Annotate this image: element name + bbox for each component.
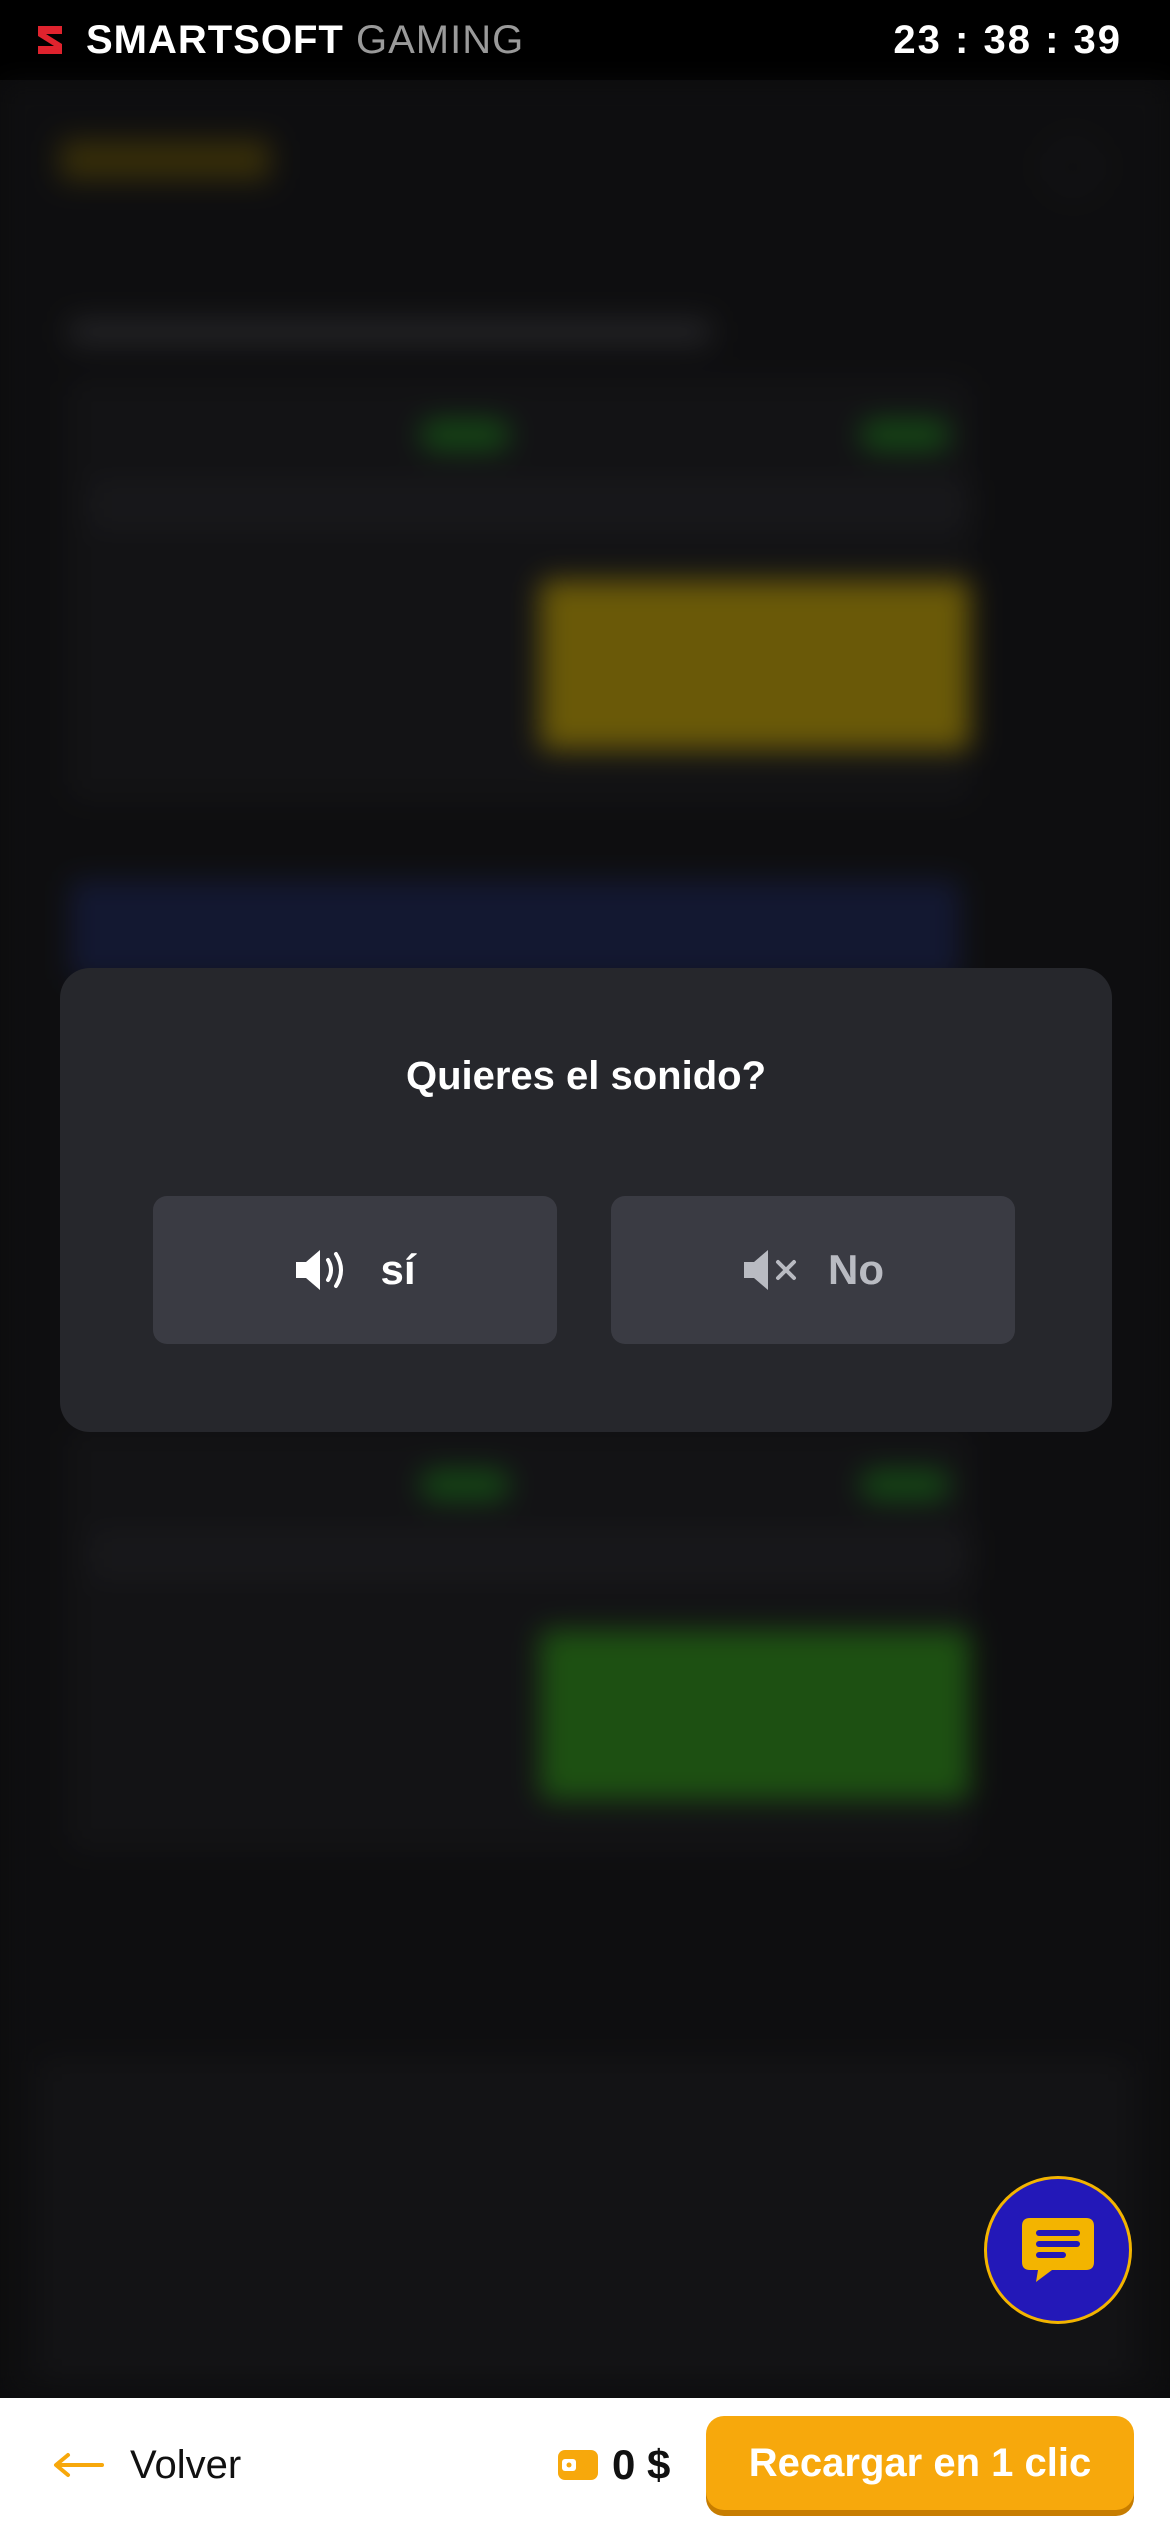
bg-close [1046, 140, 1100, 194]
speaker-on-icon [296, 1250, 344, 1290]
sound-yes-label: sí [380, 1246, 416, 1293]
bg-bet-panel-2 [70, 1430, 970, 1850]
bg-text-line [70, 320, 710, 344]
clock: 23 : 38 : 39 [893, 17, 1122, 62]
arrow-left-icon [54, 2453, 104, 2477]
bg-bet-button [540, 580, 970, 750]
balance-amount: 0 $ [612, 2441, 671, 2488]
brand-name-bold: SMARTSOFT [86, 17, 344, 62]
back-label: Volver [130, 2442, 242, 2487]
bg-footer-panel [40, 2060, 1130, 2380]
bg-toggle [420, 420, 510, 450]
bottom-bar: Volver 0 $ Recargar en 1 clic [0, 2398, 1170, 2532]
bg-bet-panel-1 [70, 380, 970, 800]
top-bar: SMARTSOFT GAMING 23 : 38 : 39 [0, 0, 1170, 80]
wallet-icon [558, 2450, 598, 2480]
bg-toggle [420, 1470, 510, 1500]
brand: SMARTSOFT GAMING [28, 18, 524, 63]
bg-row [90, 1530, 970, 1580]
bg-cashout-button [540, 1630, 970, 1800]
speaker-muted-icon [744, 1250, 796, 1290]
recharge-button[interactable]: Recargar en 1 clic [706, 2416, 1134, 2510]
brand-name: SMARTSOFT GAMING [86, 18, 524, 63]
sound-yes-button[interactable]: sí [153, 1196, 557, 1344]
bg-header [60, 140, 270, 180]
bg-row [90, 480, 970, 530]
sound-no-label: No [828, 1246, 884, 1293]
chat-button[interactable] [984, 2176, 1132, 2324]
bg-banner [70, 880, 960, 980]
sound-no-button[interactable]: No [611, 1196, 1015, 1344]
bg-toggle [860, 1470, 950, 1500]
back-button[interactable]: Volver [52, 2398, 241, 2532]
sound-dialog: Quieres el sonido? sí No [60, 968, 1112, 1432]
brand-name-light: GAMING [356, 17, 525, 62]
balance: 0 $ [556, 2398, 670, 2532]
dialog-title: Quieres el sonido? [405, 1054, 767, 1098]
smartsoft-logo-icon [38, 26, 62, 54]
chat-icon [1022, 2218, 1094, 2282]
bg-toggle [860, 420, 950, 450]
